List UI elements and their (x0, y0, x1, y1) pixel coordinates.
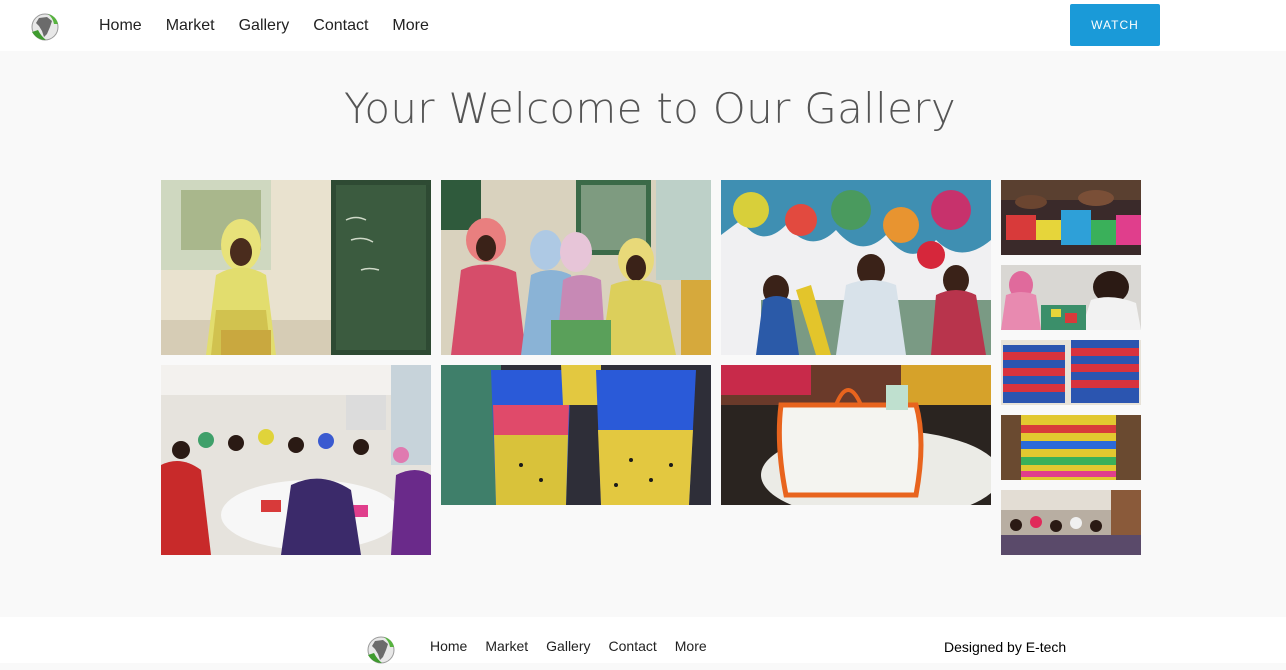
footer-nav-contact[interactable]: Contact (609, 638, 657, 654)
photo-patterned-bag[interactable] (1001, 415, 1141, 480)
nav-contact[interactable]: Contact (313, 16, 368, 36)
footer-nav-gallery[interactable]: Gallery (546, 638, 590, 654)
photo-colorful-plastic-bags[interactable] (721, 180, 991, 355)
photo-group-crafting[interactable] (1001, 265, 1141, 330)
top-navbar: Home Market Gallery Contact More WATCH (0, 0, 1286, 51)
page-title: Your Welcome to Our Gallery (344, 84, 956, 133)
photo-hall-crowd[interactable] (1001, 490, 1141, 555)
africa-globe-logo-icon[interactable] (28, 12, 62, 42)
footer-credit: Designed by E-tech (944, 639, 1067, 655)
nav-gallery[interactable]: Gallery (239, 16, 290, 36)
footer-nav-market[interactable]: Market (485, 638, 528, 654)
nav-home[interactable]: Home (99, 16, 142, 36)
photo-white-crochet-bag[interactable] (721, 365, 991, 505)
photo-women-knitting-outdoors[interactable] (441, 180, 711, 355)
footer-nav: Home Market Gallery Contact More (430, 638, 725, 654)
photo-hands-sorting[interactable] (1001, 180, 1141, 255)
main-nav: Home Market Gallery Contact More (99, 0, 453, 51)
nav-more[interactable]: More (392, 16, 428, 36)
watch-button[interactable]: WATCH (1070, 4, 1160, 46)
photo-red-blue-bags[interactable] (1001, 340, 1141, 405)
photo-striped-baskets[interactable] (441, 365, 711, 505)
footer-nav-home[interactable]: Home (430, 638, 467, 654)
nav-market[interactable]: Market (166, 16, 215, 36)
photo-woman-yellow-scarf[interactable] (161, 180, 431, 355)
photo-workshop-tables[interactable] (161, 365, 431, 555)
footer-nav-more[interactable]: More (675, 638, 707, 654)
africa-globe-logo-icon[interactable] (364, 635, 398, 665)
